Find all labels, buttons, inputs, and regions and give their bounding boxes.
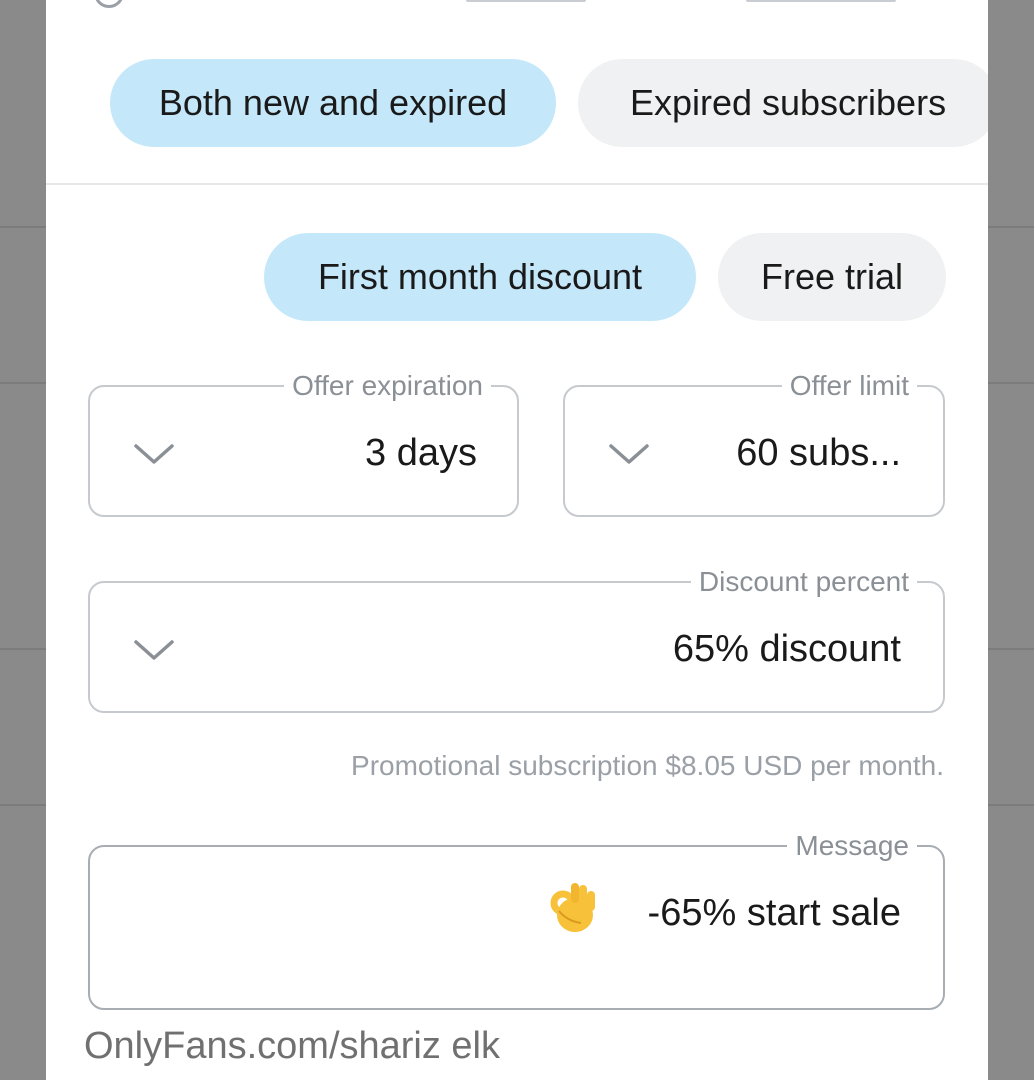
new-campaign-dialog: Both new and expired Expired subscribers…: [46, 0, 988, 1080]
promotional-price-helper: Promotional subscription $8.05 USD per m…: [351, 750, 944, 781]
backdrop-line: [0, 804, 46, 806]
chevron-down-icon: [134, 444, 174, 464]
chevron-down-icon: [134, 640, 174, 660]
offer-expiration-value: 3 days: [365, 432, 477, 474]
backdrop-line: [988, 804, 1034, 806]
message-value: -65% start sale: [647, 892, 901, 934]
discount-percent-value: 65% discount: [672, 628, 901, 670]
backdrop-line: [988, 648, 1034, 650]
offer-limit-select[interactable]: Offer limit 60 subs...: [563, 370, 945, 517]
backdrop-line: [0, 382, 46, 384]
discount-percent-select[interactable]: Discount percent 65% discount: [88, 566, 945, 713]
section-divider: [46, 183, 988, 185]
chip-both-new-and-expired[interactable]: Both new and expired: [110, 59, 556, 147]
offer-expiration-select[interactable]: Offer expiration 3 days: [88, 370, 519, 517]
chevron-down-icon: [609, 444, 649, 464]
watermark-text: OnlyFans.com/shariz elk: [83, 1025, 500, 1067]
chip-expired-subscribers[interactable]: Expired subscribers: [578, 59, 988, 147]
discount-percent-label: Discount percent: [690, 566, 917, 598]
offer-limit-label: Offer limit: [781, 370, 917, 402]
message-textarea[interactable]: Message -65% start sale: [88, 830, 945, 1010]
chip-free-trial[interactable]: Free trial: [718, 233, 946, 321]
ok-hand-emoji-icon: [550, 883, 595, 932]
offer-limit-value: 60 subs...: [736, 432, 901, 474]
radio-icon[interactable]: [94, 0, 124, 8]
message-label: Message: [787, 830, 917, 862]
chip-first-month-discount[interactable]: First month discount: [264, 233, 696, 321]
cut-off-text: [466, 0, 586, 2]
backdrop-line: [0, 648, 46, 650]
offer-expiration-label: Offer expiration: [284, 370, 491, 402]
backdrop-line: [988, 382, 1034, 384]
backdrop-line: [0, 226, 46, 228]
cut-off-text: [746, 0, 896, 2]
backdrop-line: [988, 226, 1034, 228]
